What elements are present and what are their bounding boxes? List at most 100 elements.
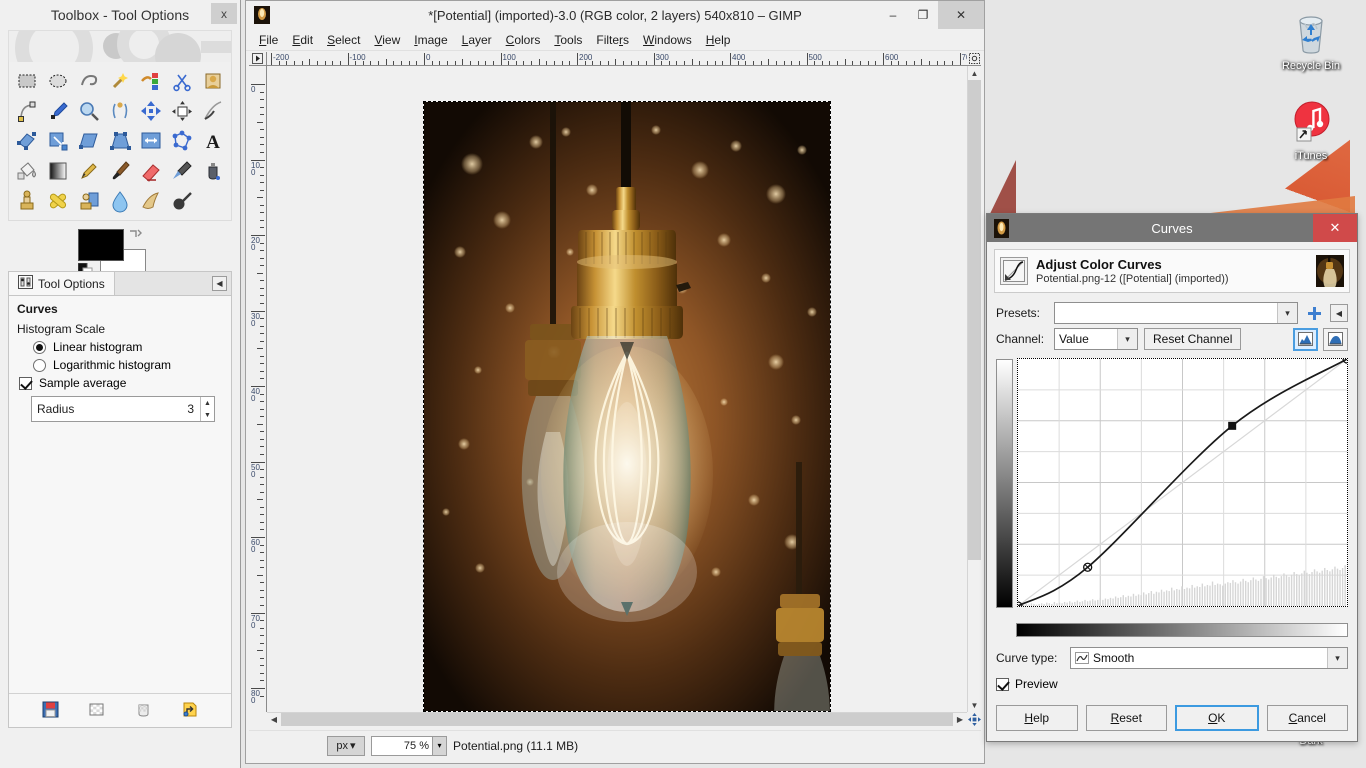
tool-zoom[interactable]: [73, 96, 104, 126]
tool-smudge[interactable]: [136, 186, 167, 216]
maximize-button[interactable]: ❐: [908, 1, 938, 29]
tool-ellipse-select[interactable]: [42, 66, 73, 96]
tool-rect-select[interactable]: [11, 66, 42, 96]
menu-colors[interactable]: Colors: [499, 31, 548, 49]
horizontal-scrollbar[interactable]: ◀ ▶: [267, 712, 967, 726]
tool-move[interactable]: [136, 96, 167, 126]
tool-text[interactable]: A: [198, 126, 229, 156]
tool-pencil[interactable]: [73, 156, 104, 186]
radio-logarithmic-histogram[interactable]: Logarithmic histogram: [33, 358, 223, 372]
unit-selector[interactable]: px ▾: [327, 735, 365, 756]
horizontal-ruler[interactable]: -200-1000100200300400500600700: [267, 52, 967, 66]
tool-unified-transform[interactable]: [11, 126, 42, 156]
checkbox-preview-indicator[interactable]: [996, 677, 1009, 691]
curves-plot[interactable]: [1017, 358, 1348, 607]
tool-select-by-color[interactable]: [136, 66, 167, 96]
minimize-button[interactable]: –: [878, 1, 908, 29]
menu-edit[interactable]: Edit: [285, 31, 320, 49]
scroll-right-arrow[interactable]: ▶: [953, 713, 967, 726]
tool-shear[interactable]: [73, 126, 104, 156]
menu-tools[interactable]: Tools: [547, 31, 589, 49]
tool-ink[interactable]: [198, 156, 229, 186]
tool-foreground-select[interactable]: [198, 66, 229, 96]
desktop-icon-recycle-bin[interactable]: Recycle Bin: [1268, 8, 1354, 72]
reset-tool-options-icon[interactable]: [181, 701, 198, 721]
scroll-up-arrow[interactable]: ▲: [968, 66, 981, 80]
chevron-down-icon[interactable]: ▾: [1117, 329, 1137, 349]
radius-decrement-button[interactable]: ▼: [201, 409, 214, 421]
tool-heal[interactable]: [42, 186, 73, 216]
tool-perspective-clone[interactable]: [73, 186, 104, 216]
delete-tool-preset-icon[interactable]: [135, 701, 152, 721]
menu-file[interactable]: File: [252, 31, 285, 49]
radius-stepper[interactable]: ▲ ▼: [200, 397, 214, 421]
tool-gradient[interactable]: [42, 156, 73, 186]
ok-button[interactable]: OK: [1175, 705, 1259, 731]
tool-paintbrush[interactable]: [104, 156, 135, 186]
toolbox-close-button[interactable]: x: [211, 3, 237, 24]
tool-color-picker[interactable]: [42, 96, 73, 126]
curve-control-point[interactable]: [1228, 421, 1237, 430]
image-canvas[interactable]: [423, 101, 831, 712]
tool-eraser[interactable]: [136, 156, 167, 186]
curve-control-point[interactable]: [1083, 562, 1093, 572]
zoom-dropdown-button[interactable]: ▾: [433, 735, 447, 756]
desktop-icon-itunes[interactable]: iTunes: [1268, 98, 1354, 162]
foreground-color-swatch[interactable]: [78, 229, 124, 261]
help-button[interactable]: Help: [996, 705, 1078, 731]
tool-bucket-fill[interactable]: [11, 156, 42, 186]
tool-dodge-burn[interactable]: [167, 186, 198, 216]
restore-tool-preset-icon[interactable]: [88, 701, 105, 721]
scroll-left-arrow[interactable]: ◀: [267, 713, 281, 726]
menu-filters[interactable]: Filters: [589, 31, 636, 49]
tool-perspective[interactable]: [104, 126, 135, 156]
chevron-down-icon[interactable]: ▾: [1277, 303, 1297, 323]
tool-paths[interactable]: [11, 96, 42, 126]
canvas-viewport[interactable]: [267, 66, 967, 712]
tool-alignment[interactable]: [167, 96, 198, 126]
radio-linear-histogram[interactable]: Linear histogram: [33, 340, 223, 354]
channel-combo[interactable]: Value ▾: [1054, 328, 1138, 350]
tool-scale[interactable]: [42, 126, 73, 156]
tool-warp-transform[interactable]: [198, 96, 229, 126]
menu-layer[interactable]: Layer: [455, 31, 499, 49]
menu-windows[interactable]: Windows: [636, 31, 699, 49]
tool-fuzzy-select[interactable]: [104, 66, 135, 96]
menu-view[interactable]: View: [367, 31, 407, 49]
swap-colors-icon[interactable]: [128, 227, 142, 241]
tool-flip[interactable]: [136, 126, 167, 156]
tool-free-select[interactable]: [73, 66, 104, 96]
radius-spinner[interactable]: Radius 3 ▲ ▼: [31, 396, 215, 422]
tool-measure[interactable]: [104, 96, 135, 126]
radius-increment-button[interactable]: ▲: [201, 397, 214, 409]
horizontal-scroll-thumb[interactable]: [281, 713, 953, 726]
radio-linear-histogram-indicator[interactable]: [33, 340, 46, 354]
vertical-scroll-thumb[interactable]: [968, 80, 981, 560]
reset-channel-button[interactable]: Reset Channel: [1144, 328, 1242, 350]
histogram-logarithmic-icon[interactable]: [1323, 327, 1348, 351]
ruler-origin-button[interactable]: [249, 52, 267, 66]
tool-clone[interactable]: [11, 186, 42, 216]
menu-image[interactable]: Image: [407, 31, 454, 49]
checkbox-sample-average-indicator[interactable]: [19, 376, 32, 390]
menu-select[interactable]: Select: [320, 31, 367, 49]
preset-menu-icon[interactable]: ◀: [1330, 304, 1348, 322]
checkbox-sample-average[interactable]: Sample average: [19, 376, 223, 390]
reset-button[interactable]: Reset: [1085, 705, 1167, 731]
histogram-linear-icon[interactable]: [1293, 327, 1318, 351]
zoom-control[interactable]: 75 % ▾: [371, 735, 447, 756]
close-button[interactable]: ✕: [938, 1, 984, 29]
tab-tool-options[interactable]: Tool Options: [9, 272, 115, 295]
tool-cage-transform[interactable]: [167, 126, 198, 156]
plus-icon[interactable]: [1304, 303, 1324, 323]
tool-scissors-select[interactable]: [167, 66, 198, 96]
cancel-button[interactable]: Cancel: [1266, 705, 1348, 731]
vertical-ruler[interactable]: 0 100 200 300 400 500 600 700 800: [249, 66, 267, 712]
tool-airbrush[interactable]: [167, 156, 198, 186]
radio-logarithmic-histogram-indicator[interactable]: [33, 358, 46, 372]
vertical-scrollbar[interactable]: ▲ ▼: [967, 66, 981, 712]
save-tool-preset-icon[interactable]: [42, 701, 59, 721]
presets-combo[interactable]: ▾: [1054, 302, 1298, 324]
tool-blur-sharpen[interactable]: [104, 186, 135, 216]
navigation-button[interactable]: [967, 712, 981, 726]
